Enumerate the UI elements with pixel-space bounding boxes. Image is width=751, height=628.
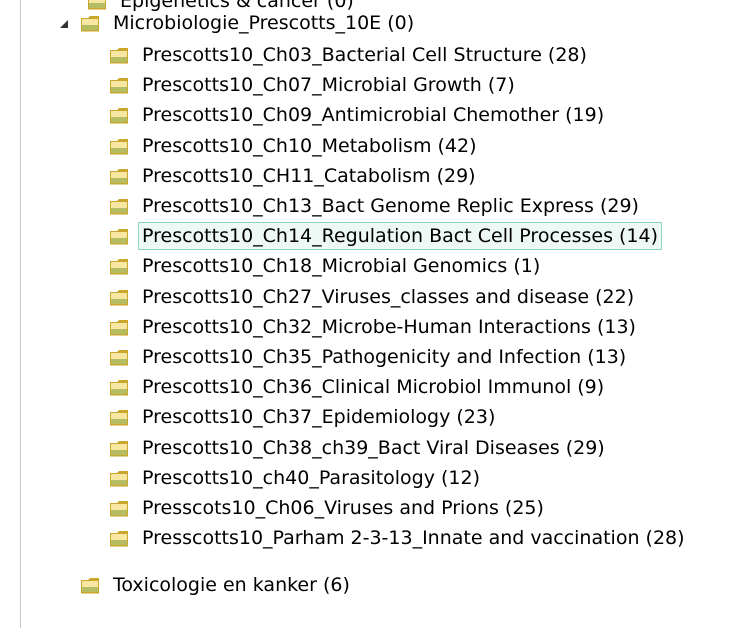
tree-row-child[interactable]: Prescotts10_Ch32_Microbe-Human Interacti… [109,312,640,342]
tree-row-child[interactable]: Prescotts10_Ch14_Regulation Bact Cell Pr… [109,221,663,251]
tree-item-label: Prescotts10_Ch09_Antimicrobial Chemother… [142,104,605,127]
tree-row-child[interactable]: Prescotts10_ch40_Parasitology (12) [109,463,484,493]
tree-item-label: Prescotts10_Ch36_Clinical Microbiol Immu… [142,376,605,399]
tree-item-label: Prescotts10_Ch32_Microbe-Human Interacti… [142,315,636,338]
tree-item-label: Prescotts10_Ch03_Bacterial Cell Structur… [142,44,587,66]
folder-icon [109,347,130,367]
tree-item-label-selected: Prescotts10_Ch14_Regulation Bact Cell Pr… [138,222,663,251]
tree-item-label: Prescotts10_Ch35_Pathogenicity and Infec… [142,346,627,368]
folder-icon [109,407,130,427]
folder-icon [109,438,130,458]
tree-item-label: Toxicologie en kanker (6) [113,574,350,596]
tree-row-child[interactable]: Prescotts10_CH11_Catabolism (29) [109,161,480,191]
tree-row-parent[interactable]: Microbiologie_Prescotts_10E (0) [58,8,418,38]
folder-icon [109,256,130,276]
tree-left-border [20,0,21,628]
tree-item-label: Prescotts10_ch40_Parasitology (12) [142,466,481,489]
tree-item-label: Prescotts10_CH11_Catabolism (29) [142,164,476,187]
tree-item-label: Prescotts10_Ch07_Microbial Growth (7) [142,74,515,97]
tree-row-child[interactable]: Presscotts10_Parham 2-3-13_Innate and va… [109,523,689,553]
tree-row-child[interactable]: Prescotts10_Ch38_ch39_Bact Viral Disease… [109,433,609,463]
tree-row-child[interactable]: Prescotts10_Ch37_Epidemiology (23) [109,402,499,432]
tree-row-child[interactable]: Prescotts10_Ch07_Microbial Growth (7) [109,70,519,100]
tree-row-child[interactable]: Prescotts10_Ch03_Bacterial Cell Structur… [109,40,591,70]
folder-icon [109,468,130,488]
tree-row-child[interactable]: Prescotts10_Ch18_Microbial Genomics (1) [109,251,544,281]
folder-icon [80,13,101,33]
tree-item-label: Prescotts10_Ch38_ch39_Bact Viral Disease… [142,436,605,459]
tree-item-label: Prescotts10_Ch10_Metabolism (42) [142,134,477,157]
tree-row-child[interactable]: Prescotts10_Ch36_Clinical Microbiol Immu… [109,372,608,402]
tree-row-sibling[interactable]: Toxicologie en kanker (6) [80,570,354,600]
tree-row-child[interactable]: Prescotts10_Ch13_Bact Genome Replic Expr… [109,191,643,221]
folder-icon [109,226,130,246]
folder-icon [109,105,130,125]
tree-item-label: Presscots10_Ch06_Viruses and Prions (25) [142,497,544,519]
tree-row-child[interactable]: Prescotts10_Ch09_Antimicrobial Chemother… [109,100,608,130]
folder-icon [109,136,130,156]
folder-icon [109,317,130,337]
folder-icon [109,528,130,548]
tree-row-child[interactable]: Prescotts10_Ch27_Viruses_classes and dis… [109,282,638,312]
folder-icon [109,498,130,518]
tree-row-child[interactable]: Presscots10_Ch06_Viruses and Prions (25) [109,493,548,523]
tree-item-label: Presscotts10_Parham 2-3-13_Innate and va… [142,527,685,550]
folder-icon [80,575,101,595]
tree-item-label: Prescotts10_Ch18_Microbial Genomics (1) [142,255,541,278]
folder-icon [109,166,130,186]
tree-row-child[interactable]: Prescotts10_Ch35_Pathogenicity and Infec… [109,342,630,372]
expand-collapse-icon[interactable] [58,13,70,33]
folder-icon [109,287,130,307]
tree-item-label: Prescotts10_Ch13_Bact Genome Replic Expr… [142,195,639,217]
tree-item-label: Prescotts10_Ch27_Viruses_classes and dis… [142,285,635,308]
folder-icon [109,45,130,65]
folder-icon [109,377,130,397]
folder-icon [109,75,130,95]
folder-icon [109,196,130,216]
tree-item-label: Microbiologie_Prescotts_10E (0) [113,12,415,34]
tree-row-child[interactable]: Prescotts10_Ch10_Metabolism (42) [109,131,481,161]
tree-item-label: Prescotts10_Ch37_Epidemiology (23) [142,406,496,429]
